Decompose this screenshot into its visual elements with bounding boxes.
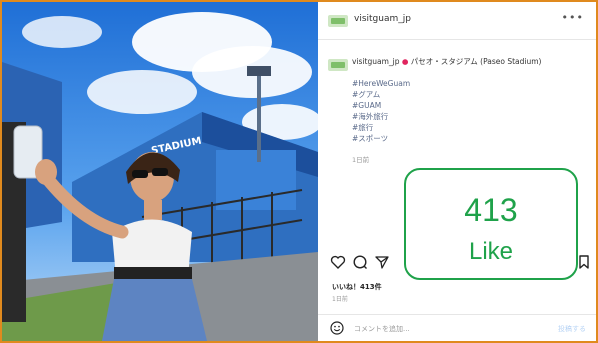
emoji-icon[interactable] (330, 321, 344, 335)
caption-avatar[interactable] (328, 59, 348, 71)
share-icon[interactable] (374, 254, 390, 270)
comment-icon[interactable] (352, 254, 368, 270)
heart-icon[interactable] (330, 254, 346, 270)
like-count-number: 413 (464, 192, 518, 228)
pin-icon: ● (401, 57, 409, 66)
comment-input[interactable]: コメントを追加... (354, 324, 410, 334)
post-header: visitguam_jp ••• (318, 2, 596, 40)
post-photo[interactable]: STADIUM (2, 2, 318, 341)
hashtag[interactable]: #旅行 (352, 122, 410, 133)
caption-line: visitguam_jp ● パセオ・スタジアム (Paseo Stadium) (352, 56, 592, 67)
post-comment-button[interactable]: 投稿する (558, 324, 586, 334)
ellipsis-icon[interactable]: ••• (562, 11, 584, 24)
post-date: 1日前 (332, 296, 348, 303)
hashtag[interactable]: #HereWeGuam (352, 78, 410, 89)
post-username[interactable]: visitguam_jp (354, 14, 411, 24)
likes-count[interactable]: いいね！413件 (332, 282, 382, 292)
caption-username[interactable]: visitguam_jp (352, 57, 399, 66)
caption-time: 1日前 (352, 156, 370, 164)
post-photo-image: STADIUM (2, 2, 318, 341)
hashtag[interactable]: #GUAM (352, 100, 410, 111)
avatar[interactable] (328, 15, 348, 27)
hashtag-list: #HereWeGuam #グアム #GUAM #海外旅行 #旅行 #スポーツ (352, 78, 410, 144)
bookmark-icon[interactable] (576, 254, 592, 270)
hashtag[interactable]: #グアム (352, 89, 410, 100)
hashtag[interactable]: #海外旅行 (352, 111, 410, 122)
like-count-label: Like (468, 238, 514, 265)
hashtag[interactable]: #スポーツ (352, 133, 410, 144)
like-count-card: 413 Like (404, 168, 578, 280)
comment-bar: コメントを追加... 投稿する (318, 314, 596, 341)
caption-location[interactable]: パセオ・スタジアム (Paseo Stadium) (411, 57, 542, 66)
